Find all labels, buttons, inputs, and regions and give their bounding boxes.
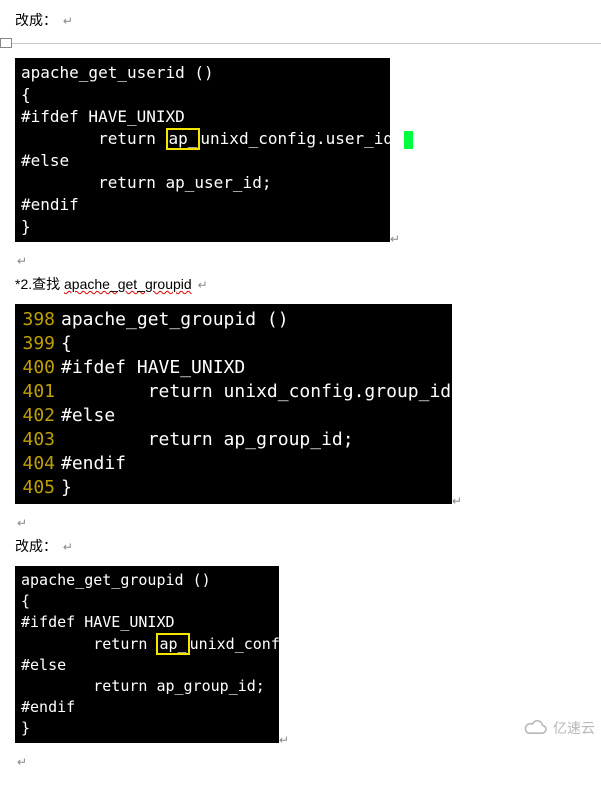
line-number: 400 [21, 356, 55, 380]
code-line: return unixd_config.group_id; [61, 381, 462, 402]
para-mark-icon: ↵ [452, 494, 462, 508]
code-line: #endif [61, 453, 126, 474]
text-cursor-icon [404, 131, 413, 149]
code-line: apache_get_groupid () [61, 309, 289, 330]
word-ruler [0, 36, 601, 50]
code-line: { [61, 333, 72, 354]
empty-paragraph: ↵ [15, 252, 586, 268]
line-number: 402 [21, 404, 55, 428]
cloud-icon [523, 719, 549, 737]
para-mark-icon: ↵ [198, 278, 208, 292]
para-mark-icon: ↵ [63, 540, 73, 554]
empty-paragraph: ↵ [15, 514, 586, 530]
code-line: return ap_group_id; [61, 429, 354, 450]
code-line: #ifdef HAVE_UNIXD [61, 357, 245, 378]
text-change-to-2: 改成： ↵ [15, 536, 586, 556]
code-block-2-wrap: 398 apache_get_groupid () 399 { 400 #ifdef … [15, 300, 586, 508]
document-body: 改成： ↵ apache_get_userid () { #ifdef HAVE… [0, 0, 601, 785]
ruler-tab-marker [0, 38, 12, 48]
empty-paragraph: ↵ [15, 753, 586, 769]
code-block-2: 398 apache_get_groupid () 399 { 400 #ifdef … [15, 304, 452, 504]
code-line: } [61, 477, 72, 498]
code-block-1-wrap: apache_get_userid () { #ifdef HAVE_UNIXD… [15, 54, 586, 246]
para-mark-icon: ↵ [279, 733, 289, 747]
line-number: 404 [21, 452, 55, 476]
para-mark-icon: ↵ [17, 755, 27, 769]
para-mark-icon: ↵ [17, 516, 27, 530]
highlight-ap-2: ap_ [156, 633, 189, 655]
code-block-3-wrap: apache_get_groupid () { #ifdef HAVE_UNIX… [15, 562, 586, 747]
text-step2: *2.查找 apache_get_groupid ↵ [15, 274, 586, 294]
line-number: 398 [21, 308, 55, 332]
para-mark-icon: ↵ [390, 232, 400, 246]
step2-prefix: *2.查找 [15, 276, 64, 292]
watermark: 亿速云 [523, 718, 595, 738]
highlight-ap-1: ap_ [166, 128, 201, 150]
para-mark-icon: ↵ [63, 14, 73, 28]
code-block-3: apache_get_groupid () { #ifdef HAVE_UNIX… [15, 566, 279, 743]
line-number: 401 [21, 380, 55, 404]
text-change-to-1: 改成： ↵ [15, 10, 586, 30]
code-line: #else [61, 405, 115, 426]
code-block-1: apache_get_userid () { #ifdef HAVE_UNIXD… [15, 58, 390, 242]
line-number: 403 [21, 428, 55, 452]
ruler-line [0, 43, 601, 44]
step2-target: apache_get_groupid [64, 276, 192, 292]
para-mark-icon: ↵ [17, 254, 27, 268]
label-change-to: 改成： [15, 538, 57, 554]
line-number: 405 [21, 476, 55, 500]
label-change-to: 改成： [15, 12, 57, 28]
watermark-text: 亿速云 [553, 718, 595, 738]
line-number: 399 [21, 332, 55, 356]
